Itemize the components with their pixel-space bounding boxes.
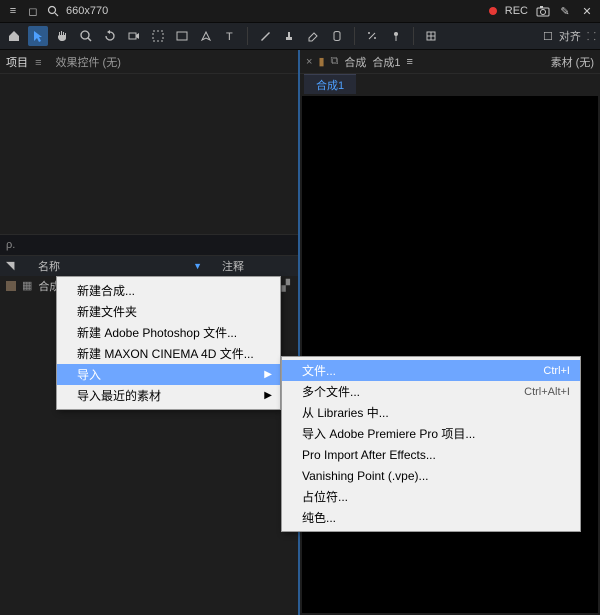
pin-tool-icon[interactable] (386, 26, 406, 46)
zoom-tool-icon[interactable] (76, 26, 96, 46)
eraser-tool-icon[interactable] (303, 26, 323, 46)
project-tab[interactable]: 项目 ≡ (6, 54, 41, 70)
brush-tool-icon[interactable] (255, 26, 275, 46)
align-label: 对齐 (559, 28, 581, 44)
close-icon[interactable]: ✕ (580, 4, 594, 18)
ctx-import[interactable]: 导入▶ (57, 364, 280, 385)
layers-icon: ⧉ (331, 55, 339, 68)
close-panel-icon[interactable]: × (306, 56, 312, 68)
comp-open-tab[interactable]: 合成1 (304, 74, 356, 94)
selection-tool-icon[interactable] (28, 26, 48, 46)
home-tool-icon[interactable] (4, 26, 24, 46)
ctx-new-c4d[interactable]: 新建 MAXON CINEMA 4D 文件... (57, 343, 280, 364)
anchor-tool-icon[interactable] (148, 26, 168, 46)
search-icon[interactable] (46, 4, 60, 18)
hamburger-icon[interactable]: ≡ (6, 4, 20, 18)
rec-label: REC (505, 5, 528, 17)
ctx-import-solid[interactable]: 纯色... (282, 507, 580, 528)
submenu-arrow-icon: ▶ (264, 369, 272, 380)
pen-tool-icon[interactable] (196, 26, 216, 46)
rotate-tool-icon[interactable] (100, 26, 120, 46)
hand-tool-icon[interactable] (52, 26, 72, 46)
search-text: 660x770 (66, 5, 108, 17)
row-color-swatch (6, 281, 16, 291)
ctx-import-libraries[interactable]: 从 Libraries 中... (282, 402, 580, 423)
pencil-icon[interactable]: ✎ (558, 4, 572, 18)
stamp-tool-icon[interactable] (279, 26, 299, 46)
ctx-import-placeholder[interactable]: 占位符... (282, 486, 580, 507)
bookmark-icon: ▮ (318, 55, 324, 68)
ctx-import-vpe[interactable]: Vanishing Point (.vpe)... (282, 465, 580, 486)
wand-tool-icon[interactable] (362, 26, 382, 46)
text-tool-icon[interactable]: T (220, 26, 240, 46)
window-icon[interactable]: ◻ (26, 4, 40, 18)
ref-tool-icon[interactable] (421, 26, 441, 46)
ctx-new-folder[interactable]: 新建文件夹 (57, 301, 280, 322)
ctx-import-file[interactable]: 文件...Ctrl+I (282, 360, 580, 381)
camera-icon[interactable] (536, 4, 550, 18)
ctx-import-proimport[interactable]: Pro Import After Effects... (282, 444, 580, 465)
align-checkbox[interactable]: ☐ (543, 30, 553, 43)
comp-name-tab[interactable]: 合成1 (372, 54, 400, 70)
tag-icon[interactable]: ◥ (6, 259, 18, 272)
ctx-new-photoshop[interactable]: 新建 Adobe Photoshop 文件... (57, 322, 280, 343)
composition-viewport[interactable] (302, 96, 598, 613)
svg-text:T: T (226, 31, 233, 43)
comp-label: 合成 (344, 54, 366, 70)
rec-indicator-icon (489, 7, 497, 15)
row-labels-icon[interactable]: ▞ (282, 279, 290, 292)
col-comment[interactable]: 注释 (222, 258, 292, 274)
ctx-import-multi[interactable]: 多个文件...Ctrl+Alt+I (282, 381, 580, 402)
camera-tool-icon[interactable] (124, 26, 144, 46)
roto-tool-icon[interactable] (327, 26, 347, 46)
ctx-new-comp[interactable]: 新建合成... (57, 280, 280, 301)
comp-menu-icon[interactable]: ≡ (406, 56, 412, 68)
rect-tool-icon[interactable] (172, 26, 192, 46)
effects-tab[interactable]: 效果控件 (无) (55, 54, 120, 70)
ctx-import-premiere[interactable]: 导入 Adobe Premiere Pro 项目... (282, 423, 580, 444)
col-name[interactable]: 名称 ▼ (38, 258, 202, 274)
context-menu-project: 新建合成... 新建文件夹 新建 Adobe Photoshop 文件... 新… (56, 276, 281, 410)
sort-arrow-icon: ▼ (193, 261, 202, 271)
project-search-input[interactable]: ρ. (0, 234, 298, 256)
comp-icon: ▦ (22, 279, 32, 292)
material-tab[interactable]: 素材 (无) (551, 54, 594, 70)
submenu-arrow-icon: ▶ (264, 390, 272, 401)
snap-icon[interactable]: ⸬ (587, 29, 596, 44)
ctx-import-recent[interactable]: 导入最近的素材▶ (57, 385, 280, 406)
context-menu-import: 文件...Ctrl+I 多个文件...Ctrl+Alt+I 从 Librarie… (281, 356, 581, 532)
